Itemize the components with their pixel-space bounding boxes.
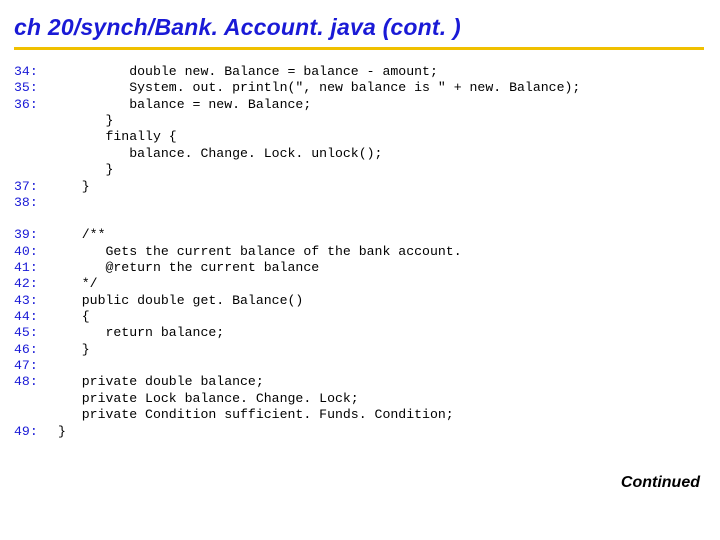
line-number: 42: xyxy=(14,276,58,292)
slide: ch 20/synch/Bank. Account. java (cont. )… xyxy=(0,0,720,540)
code-text: double new. Balance = balance - amount; xyxy=(58,64,438,80)
line-number: 37: xyxy=(14,179,58,195)
line-number: 47: xyxy=(14,358,58,374)
code-line: 42: */ xyxy=(14,276,704,292)
line-number: 38: xyxy=(14,195,58,211)
code-text: { xyxy=(58,309,90,325)
code-line: 48: private double balance; xyxy=(14,374,704,390)
code-line: 40: Gets the current balance of the bank… xyxy=(14,244,704,260)
code-text: balance. Change. Lock. unlock(); xyxy=(58,146,382,162)
code-line: } xyxy=(14,162,704,178)
code-text: @return the current balance xyxy=(58,260,319,276)
line-number: 41: xyxy=(14,260,58,276)
code-line: finally { xyxy=(14,129,704,145)
code-text: public double get. Balance() xyxy=(58,293,303,309)
continued-label: Continued xyxy=(621,474,700,492)
code-line: 37: } xyxy=(14,179,704,195)
code-text: Gets the current balance of the bank acc… xyxy=(58,244,462,260)
code-text: private Lock balance. Change. Lock; xyxy=(58,391,359,407)
line-number: 40: xyxy=(14,244,58,260)
code-line: 41: @return the current balance xyxy=(14,260,704,276)
code-text: */ xyxy=(58,276,98,292)
code-text: } xyxy=(58,179,90,195)
code-line: 35: System. out. println(", new balance … xyxy=(14,80,704,96)
code-line: 38: xyxy=(14,195,704,211)
line-number: 35: xyxy=(14,80,58,96)
code-line: 45: return balance; xyxy=(14,325,704,341)
line-number: 36: xyxy=(14,97,58,113)
code-line: 44: { xyxy=(14,309,704,325)
code-text: } xyxy=(58,162,113,178)
slide-title: ch 20/synch/Bank. Account. java (cont. ) xyxy=(14,14,704,41)
line-number: 49: xyxy=(14,424,58,440)
line-number: 43: xyxy=(14,293,58,309)
code-text: } xyxy=(58,424,66,440)
code-block: 34: double new. Balance = balance - amou… xyxy=(14,64,704,440)
code-line: private Lock balance. Change. Lock; xyxy=(14,391,704,407)
line-number: 39: xyxy=(14,227,58,243)
code-line: } xyxy=(14,113,704,129)
code-text: System. out. println(", new balance is "… xyxy=(58,80,580,96)
code-line: 39: /** xyxy=(14,227,704,243)
code-text: private Condition sufficient. Funds. Con… xyxy=(58,407,454,423)
code-line: 47: xyxy=(14,358,704,374)
code-line: 49:} xyxy=(14,424,704,440)
code-text: private double balance; xyxy=(58,374,264,390)
code-text: /** xyxy=(58,227,105,243)
line-number: 46: xyxy=(14,342,58,358)
code-line: 43: public double get. Balance() xyxy=(14,293,704,309)
code-text: return balance; xyxy=(58,325,224,341)
blank-line xyxy=(14,211,704,227)
code-line: balance. Change. Lock. unlock(); xyxy=(14,146,704,162)
code-text: } xyxy=(58,342,90,358)
line-number: 44: xyxy=(14,309,58,325)
code-line: 36: balance = new. Balance; xyxy=(14,97,704,113)
title-underline xyxy=(14,47,704,50)
line-number: 48: xyxy=(14,374,58,390)
code-text: balance = new. Balance; xyxy=(58,97,311,113)
code-line: 46: } xyxy=(14,342,704,358)
code-text: } xyxy=(58,113,113,129)
line-number: 45: xyxy=(14,325,58,341)
code-line: private Condition sufficient. Funds. Con… xyxy=(14,407,704,423)
code-line: 34: double new. Balance = balance - amou… xyxy=(14,64,704,80)
line-number: 34: xyxy=(14,64,58,80)
code-text: finally { xyxy=(58,129,177,145)
